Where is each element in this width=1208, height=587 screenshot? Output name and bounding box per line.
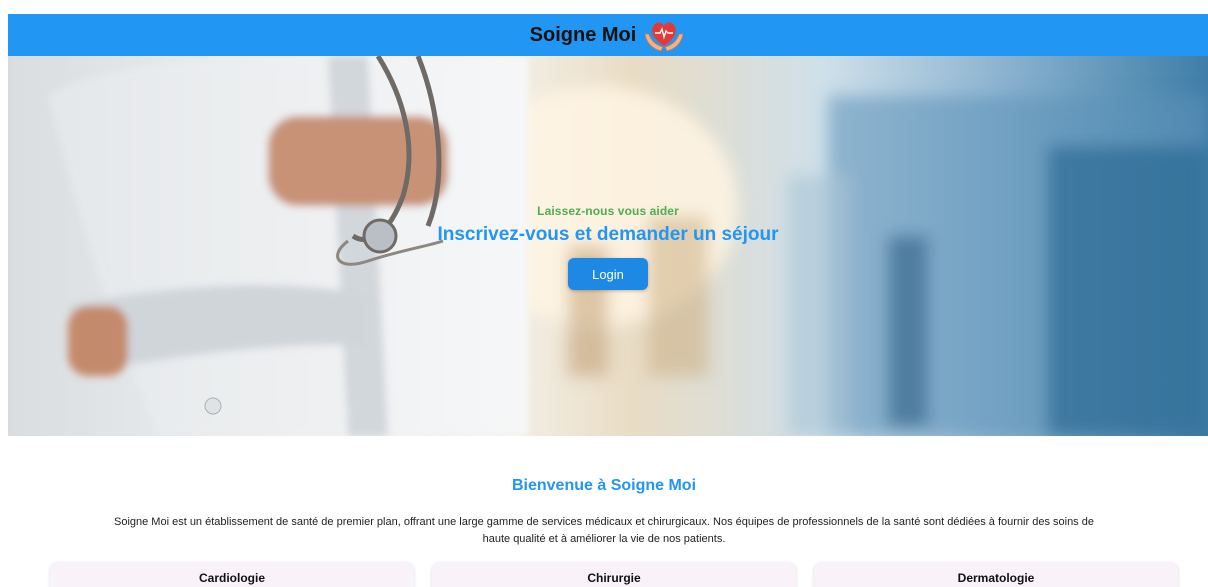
- welcome-title: Bienvenue à Soigne Moi: [511, 477, 697, 494]
- hands-heart-icon: [644, 22, 684, 52]
- service-card-cardiologie[interactable]: Cardiologie: [50, 562, 414, 587]
- service-card-dermatologie[interactable]: Dermatologie: [814, 562, 1178, 587]
- login-button[interactable]: Login: [568, 258, 648, 290]
- welcome-text-line: Soigne Moi est un établissement de santé…: [114, 516, 1094, 528]
- hero-kicker: Laissez-nous vous aider: [537, 204, 679, 218]
- page: Soigne Moi Laissez-nous vous aider Inscr…: [0, 0, 1208, 587]
- service-card-title: Cardiologie: [198, 571, 265, 585]
- hero-content: Laissez-nous vous aider Inscrivez-vous e…: [8, 204, 1208, 290]
- service-card-title: Chirurgie: [587, 571, 641, 585]
- top-app-bar: Soigne Moi: [8, 14, 1208, 56]
- hero-banner: Laissez-nous vous aider Inscrivez-vous e…: [8, 56, 1208, 436]
- service-card-title: Dermatologie: [957, 571, 1035, 585]
- service-card-chirurgie[interactable]: Chirurgie: [432, 562, 796, 587]
- hero-heading: Inscrivez-vous et demander un séjour: [437, 224, 779, 245]
- welcome-text: Soigne Moi est un établissement de santé…: [52, 514, 1156, 548]
- app-title: Soigne Moi: [529, 23, 637, 46]
- welcome-text-line: haute qualité et à améliorer la vie de n…: [482, 533, 726, 545]
